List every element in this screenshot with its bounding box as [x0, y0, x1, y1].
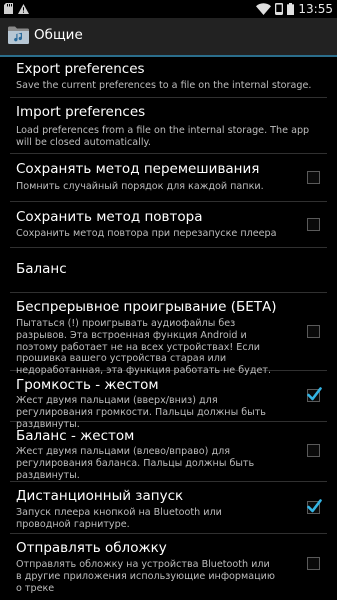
preference-list: Export preferences Save the current pref…	[0, 57, 337, 600]
pref-title: Сохранить метод повтора	[16, 209, 203, 225]
pref-title: Import preferences	[16, 104, 146, 120]
checkbox-checked[interactable]	[307, 499, 322, 514]
wifi-icon	[256, 3, 272, 15]
pref-summary: Сохранить метод повтора при перезапуске …	[16, 228, 277, 239]
pref-title: Отправлять обложку	[16, 540, 167, 556]
pref-summary: Помнить случайный порядок для каждой пап…	[16, 181, 264, 192]
pref-summary: Отправлять обложку на устройства Bluetoo…	[16, 559, 275, 594]
status-right: 13:55	[256, 2, 333, 16]
pref-title: Баланс - жестом	[16, 428, 135, 444]
battery-icon	[287, 3, 295, 15]
pref-volume-gesture[interactable]: Громкость - жестом Жест двумя пальцами (…	[10, 371, 327, 430]
checkbox-checked[interactable]	[307, 387, 322, 402]
pref-save-shuffle[interactable]: Сохранять метод перемешивания Помнить сл…	[10, 154, 327, 202]
music-folder-icon[interactable]	[8, 25, 29, 44]
pref-summary: Load preferences from a file on the inte…	[16, 125, 310, 148]
phone-icon	[275, 3, 284, 15]
pref-title: Громкость - жестом	[16, 377, 159, 393]
warning-icon	[18, 3, 29, 14]
pref-title: Дистанционный запуск	[16, 488, 184, 504]
pref-summary: Жест двумя пальцами (влево/вправо) для р…	[16, 446, 255, 481]
checkbox[interactable]	[307, 218, 320, 231]
checkbox[interactable]	[307, 557, 320, 570]
clock: 13:55	[298, 2, 333, 16]
sd-card-icon	[4, 3, 13, 14]
checkbox[interactable]	[307, 171, 320, 184]
pref-balance[interactable]: Баланс	[10, 248, 327, 293]
page-title: Общие	[34, 27, 83, 43]
pref-import[interactable]: Import preferences Load preferences from…	[10, 98, 327, 154]
pref-export[interactable]: Export preferences Save the current pref…	[10, 57, 327, 98]
pref-send-cover[interactable]: Отправлять обложку Отправлять обложку на…	[10, 534, 327, 600]
pref-summary: Save the current preferences to a file o…	[16, 80, 312, 91]
status-bar: 13:55	[0, 0, 337, 18]
pref-remote-start[interactable]: Дистанционный запуск Запуск плеера кнопк…	[10, 482, 327, 534]
action-bar: Общие	[0, 18, 337, 57]
pref-summary: Запуск плеера кнопкой на Bluetooth или п…	[16, 507, 222, 530]
checkmark-icon	[307, 499, 322, 513]
pref-title: Баланс	[16, 261, 67, 277]
checkbox[interactable]	[307, 325, 320, 338]
checkmark-icon	[307, 387, 322, 401]
pref-title: Беспрерывное проигрывание (БЕТА)	[16, 299, 277, 315]
screen: 13:55 Общие Export preferences Save the …	[0, 0, 337, 600]
pref-summary: Пытаться (!) проигрывать аудиофайлы без …	[16, 318, 272, 377]
pref-title: Сохранять метод перемешивания	[16, 161, 260, 177]
pref-gapless[interactable]: Беспрерывное проигрывание (БЕТА) Пытатьс…	[10, 293, 327, 376]
pref-save-repeat[interactable]: Сохранить метод повтора Сохранить метод …	[10, 202, 327, 248]
pref-balance-gesture[interactable]: Баланс - жестом Жест двумя пальцами (вле…	[10, 422, 327, 482]
checkbox[interactable]	[307, 444, 320, 457]
status-left	[4, 3, 29, 14]
pref-title: Export preferences	[16, 61, 145, 77]
